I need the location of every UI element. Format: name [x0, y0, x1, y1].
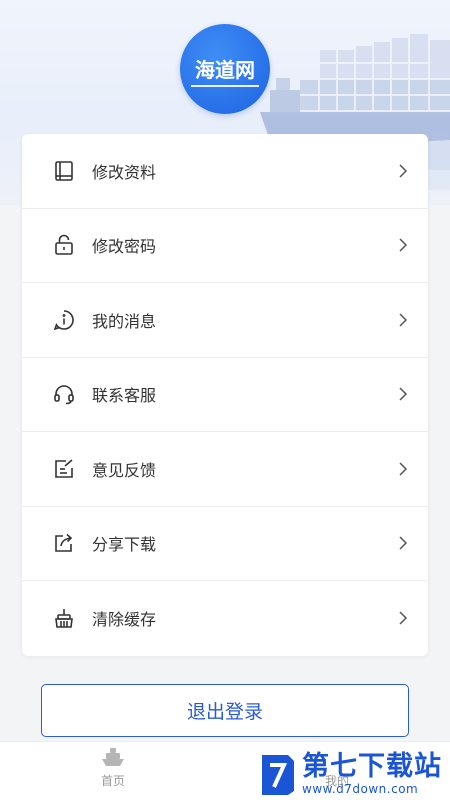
watermark-logo [262, 755, 294, 795]
share-icon [52, 531, 76, 555]
menu-item-label: 修改密码 [92, 237, 157, 257]
chevron-right-icon [399, 164, 408, 178]
menu-item-customer-service[interactable]: 联系客服 [22, 358, 428, 432]
menu-item-change-password[interactable]: 修改密码 [22, 209, 428, 283]
watermark-url: www.d7down.com [302, 782, 419, 796]
watermark: 第七下载站 www.d7down.com [258, 748, 450, 800]
broom-icon [52, 606, 76, 630]
watermark-title: 第七下载站 [302, 751, 442, 782]
tab-home[interactable]: 首页 [73, 746, 153, 789]
chevron-right-icon [399, 611, 408, 625]
ship-icon [102, 748, 124, 766]
menu-item-edit-profile[interactable]: 修改资料 [22, 134, 428, 209]
edit-note-icon [52, 457, 76, 481]
chevron-right-icon [399, 313, 408, 327]
menu-item-label: 分享下载 [92, 535, 157, 555]
menu-item-feedback[interactable]: 意见反馈 [22, 432, 428, 507]
logout-button[interactable]: 退出登录 [41, 684, 409, 737]
book-icon [52, 159, 76, 183]
menu-item-label: 我的消息 [92, 311, 157, 331]
chevron-right-icon [399, 536, 408, 550]
menu-item-label: 清除缓存 [92, 610, 157, 630]
logo-text: 海道网 [191, 52, 259, 87]
menu-card: 修改资料 修改密码 我的消息 联系客服 意见反馈 分享下载 清除缓存 [22, 134, 428, 656]
headset-icon [52, 382, 76, 406]
chevron-right-icon [399, 387, 408, 401]
menu-item-clear-cache[interactable]: 清除缓存 [22, 581, 428, 656]
menu-item-share-download[interactable]: 分享下载 [22, 507, 428, 581]
menu-item-label: 联系客服 [92, 386, 157, 406]
menu-item-label: 修改资料 [92, 162, 157, 182]
info-bubble-icon [52, 308, 76, 332]
menu-item-label: 意见反馈 [92, 460, 157, 480]
app-logo: 海道网 [180, 24, 270, 114]
chevron-right-icon [399, 238, 408, 252]
tab-home-label: 首页 [100, 774, 125, 788]
chevron-right-icon [399, 462, 408, 476]
lock-icon [52, 233, 76, 257]
menu-item-my-messages[interactable]: 我的消息 [22, 283, 428, 358]
